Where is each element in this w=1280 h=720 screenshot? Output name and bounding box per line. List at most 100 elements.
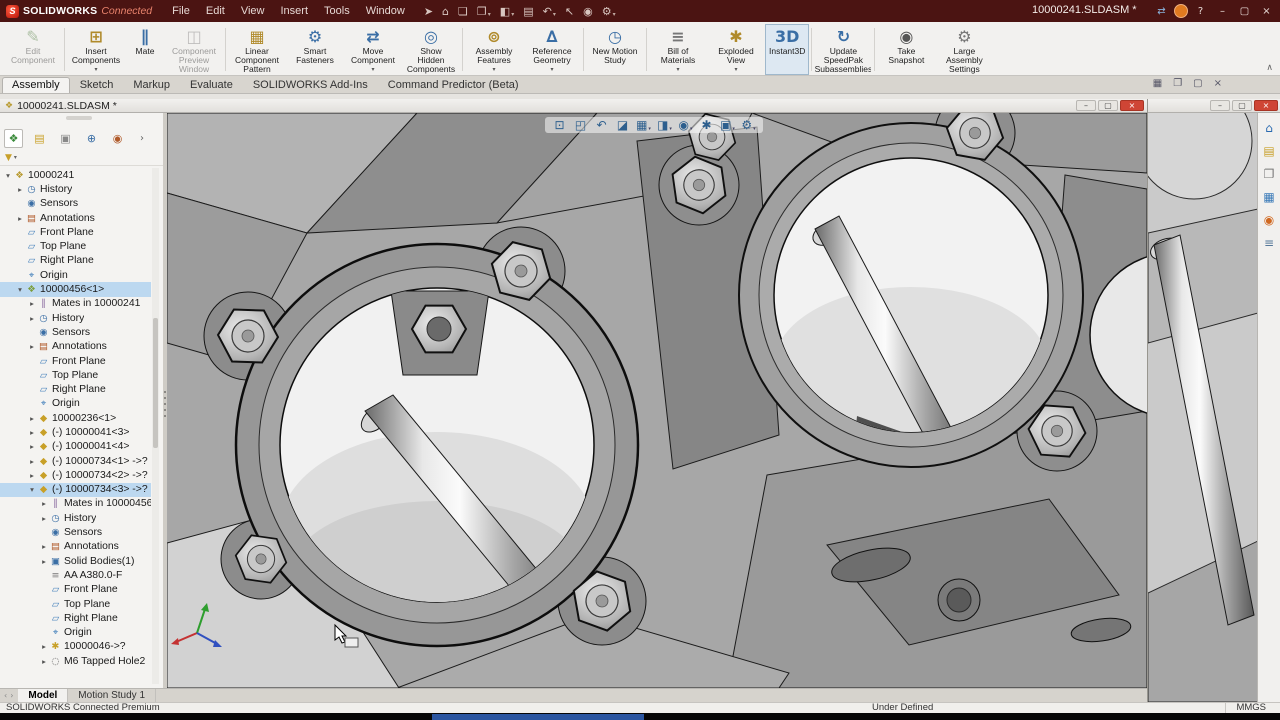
tree-item-10000041-3[interactable]: ▸◆(-) 10000041<3> [0,425,151,439]
tab-scroll-right-icon[interactable]: › [10,691,13,700]
ribbon-exploded-view[interactable]: ✱Exploded View▾ [707,24,765,75]
ribbon-reference-geometry[interactable]: ∆Reference Geometry▾ [523,24,581,75]
expand-arrow-icon[interactable]: ▸ [39,642,49,651]
tree-scrollbar[interactable] [152,168,159,684]
tree-item-10000734-3[interactable]: ▾◆(-) 10000734<3> ->? [0,483,151,497]
expand-arrow-icon[interactable]: ▸ [27,457,37,466]
tab-command-predictor-beta[interactable]: Command Predictor (Beta) [378,77,529,93]
close-button[interactable]: × [1257,2,1276,20]
tree-item-10000241[interactable]: ▾❖10000241 [0,168,151,182]
ribbon-new-motion-study[interactable]: ◷New Motion Study [586,24,644,75]
tree-item-10000456-1[interactable]: ▾❖10000456<1> [0,282,151,296]
tree-item-annotations[interactable]: ▸▤Annotations [0,340,151,354]
expand-arrow-icon[interactable]: ▸ [27,314,37,323]
ribbon-assembly-features[interactable]: ⊚Assembly Features▾ [465,24,523,75]
displaymanager-tab[interactable]: ◉ [108,129,127,148]
section-view-icon[interactable]: ◪ [612,118,633,132]
restore-button[interactable]: ▢ [1235,2,1254,20]
select-icon[interactable]: ↖ [562,4,577,19]
expand-arrow-icon[interactable]: ▸ [39,657,49,666]
tree-item-10000041-4[interactable]: ▸◆(-) 10000041<4> [0,440,151,454]
secondary-window-content[interactable] [1148,113,1258,702]
expand-arrow-icon[interactable]: ▸ [27,442,37,451]
tree-item-history[interactable]: ▸◷History [0,511,151,525]
zoom-area-icon[interactable]: ◰ [570,118,591,132]
expand-arrow-icon[interactable]: ▸ [27,299,37,308]
tree-item-solid-bodies-1[interactable]: ▸▣Solid Bodies(1) [0,554,151,568]
tree-item-annotations[interactable]: ▸▤Annotations [0,540,151,554]
apply-scene-icon[interactable]: ▣▾ [717,118,738,132]
tree-item-10000236-1[interactable]: ▸◆10000236<1> [0,411,151,425]
viewport-3d-scene[interactable] [167,113,1147,688]
ribbon-mate[interactable]: ∥Mate [125,24,165,75]
expand-arrow-icon[interactable]: ▸ [27,471,37,480]
edit-appearance-icon[interactable]: ✱ [696,118,717,132]
tab-sketch[interactable]: Sketch [70,77,124,93]
tree-item-10000734-2[interactable]: ▸◆(-) 10000734<2> ->? [0,468,151,482]
expand-arrow-icon[interactable]: ▾ [3,171,13,180]
menu-insert[interactable]: Insert [273,2,317,20]
expand-arrow-icon[interactable]: ▸ [39,542,49,551]
tree-item-right-plane[interactable]: ▱Right Plane [0,254,151,268]
tab-model[interactable]: Model [18,689,68,702]
cascade-windows-icon[interactable]: ❐ [1173,78,1182,89]
view-palette-tab-icon[interactable]: ▦ [1263,190,1274,204]
menu-view[interactable]: View [233,2,273,20]
featuremanager-tab[interactable]: ❖ [4,129,23,148]
ribbon-bill-of-materials[interactable]: ≡Bill of Materials▾ [649,24,707,75]
file-explorer-tab-icon[interactable]: ❐ [1264,167,1275,181]
tree-item-origin[interactable]: ⌖Origin [0,268,151,282]
tree-item-top-plane[interactable]: ▱Top Plane [0,597,151,611]
expand-arrow-icon[interactable]: ▾ [27,485,37,494]
ribbon-smart-fasteners[interactable]: ⚙Smart Fasteners [286,24,344,75]
tree-item-front-plane[interactable]: ▱Front Plane [0,354,151,368]
tree-item-history[interactable]: ▸◷History [0,182,151,196]
tree-item-10000046[interactable]: ▸✱10000046->? [0,640,151,654]
ribbon-show-hidden-components[interactable]: ◎Show Hidden Components [402,24,460,75]
menu-tools[interactable]: Tools [316,2,358,20]
display-style-icon[interactable]: ◨▾ [654,118,675,132]
rp-restore-button[interactable]: ▢ [1232,100,1252,111]
tab-solidworks-add-ins[interactable]: SOLIDWORKS Add-Ins [243,77,378,93]
graphics-viewport[interactable]: ⊡◰↶◪▦▾◨▾◉▾✱▣▾⚙▾ [167,113,1147,688]
pin-menu-icon[interactable]: ➤ [421,4,436,19]
doc-minimize-button[interactable]: – [1076,100,1096,111]
minimize-button[interactable]: – [1213,2,1232,20]
help-button[interactable]: ? [1191,2,1210,20]
tree-item-front-plane[interactable]: ▱Front Plane [0,583,151,597]
menu-window[interactable]: Window [358,2,413,20]
design-library-tab-icon[interactable]: ▤ [1263,144,1274,158]
expand-arrow-icon[interactable]: ▸ [27,428,37,437]
expand-arrow-icon[interactable]: ▸ [39,514,49,523]
expand-arrow-icon[interactable]: ▾ [15,285,25,294]
platform-sync-icon[interactable]: ⇄ [1152,2,1171,20]
tab-motion-study-1[interactable]: Motion Study 1 [68,689,156,702]
expand-arrow-icon[interactable]: ▸ [39,499,49,508]
tree-item-history[interactable]: ▸◷History [0,311,151,325]
restore-window-icon[interactable]: ▢ [1193,78,1202,89]
tree-item-annotations[interactable]: ▸▤Annotations [0,211,151,225]
tree-item-top-plane[interactable]: ▱Top Plane [0,368,151,382]
doc-close-button[interactable]: × [1120,100,1144,111]
tree-item-sensors[interactable]: ◉Sensors [0,197,151,211]
rp-close-button[interactable]: × [1254,100,1278,111]
tab-assembly[interactable]: Assembly [2,77,70,93]
tree-item-sensors[interactable]: ◉Sensors [0,525,151,539]
save-icon[interactable]: ◧▾ [497,4,517,19]
filter-funnel-icon[interactable]: ▼ [5,153,12,163]
tree-item-origin[interactable]: ⌖Origin [0,397,151,411]
open-icon[interactable]: ❐▾ [474,4,494,19]
tree-item-sensors[interactable]: ◉Sensors [0,325,151,339]
collapse-ribbon-chevron-icon[interactable]: ∧ [1266,63,1273,73]
ribbon-update-speedpak-subassemblies[interactable]: ↻Update SpeedPak Subassemblies [814,24,872,75]
tile-windows-icon[interactable]: ▦ [1153,78,1162,89]
tab-evaluate[interactable]: Evaluate [180,77,243,93]
view-orientation-icon[interactable]: ▦▾ [633,118,654,132]
previous-view-icon[interactable]: ↶ [591,118,612,132]
status-units[interactable]: MMGS [1225,703,1266,713]
print-icon[interactable]: ▤ [520,4,536,19]
tab-markup[interactable]: Markup [123,77,180,93]
view-settings-icon[interactable]: ⚙▾ [738,118,759,132]
expand-arrow-icon[interactable]: ▸ [27,414,37,423]
options-icon[interactable]: ⚙▾ [599,4,619,19]
